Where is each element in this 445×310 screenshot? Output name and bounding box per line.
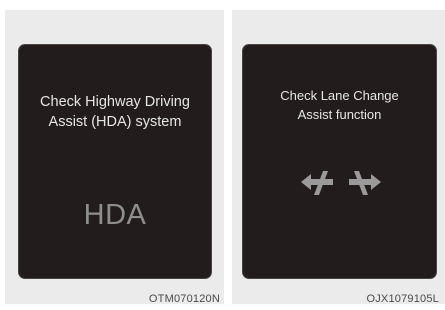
hda-warning-message: Check Highway Driving Assist (HDA) syste… <box>40 94 190 130</box>
lane-change-warning-screen: Check Lane Change Assist function <box>242 44 437 279</box>
left-panel: Check Highway Driving Assist (HDA) syste… <box>5 10 224 305</box>
lane-change-arrows-icon <box>301 171 381 195</box>
hda-indicator: HDA <box>83 199 147 231</box>
right-panel: Check Lane Change Assist function OJX107… <box>232 10 445 305</box>
hda-warning-screen: Check Highway Driving Assist (HDA) syste… <box>18 44 212 279</box>
lane-change-warning-message: Check Lane Change Assist function <box>280 88 399 122</box>
image-code: OJX1079105L <box>366 293 439 305</box>
image-code: OTM070120N <box>148 293 220 305</box>
